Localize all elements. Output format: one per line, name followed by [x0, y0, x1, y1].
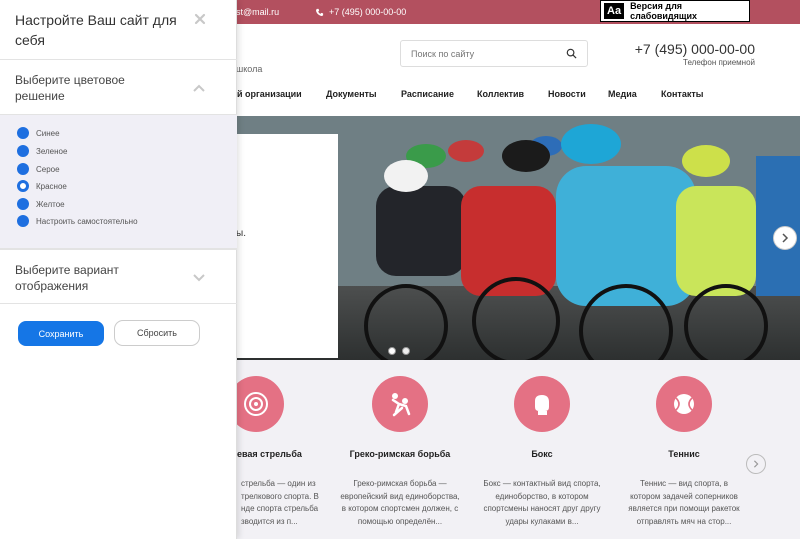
chevron-right-icon	[782, 233, 789, 243]
header-phone-caption: Телефон приемной	[683, 58, 755, 67]
topbar-phone-text: +7 (495) 000-00-00	[329, 7, 407, 17]
desc-line: котором задачей соперников	[630, 491, 738, 501]
slider-dots	[388, 347, 410, 355]
color-option-yellow[interactable]: Желтое	[17, 198, 65, 210]
boxing-glove-icon	[514, 376, 570, 432]
desc-line: трелкового спорта. В	[241, 491, 319, 501]
slider-dot[interactable]	[388, 347, 396, 355]
sport-card-wrestling[interactable]: Греко-римская борьба Греко-римская борьб…	[325, 376, 475, 528]
sports-section: евая стрельба стрельба — один из трелков…	[228, 360, 800, 539]
option-label: Красное	[36, 181, 67, 191]
radio-button[interactable]	[17, 215, 29, 227]
color-section-label: Выберите цветовое решение	[15, 73, 125, 103]
font-size-icon: Aa	[604, 3, 625, 19]
desc-line: Теннис — вид спорта, в	[639, 479, 729, 488]
desc-line: зводится из п...	[241, 516, 298, 526]
hero-caption-text: ы.	[236, 228, 246, 239]
school-name: школа	[236, 64, 263, 74]
color-options: Синее Зеленое Серое Красное Желтое Настр…	[0, 114, 237, 249]
desc-line: Греко-римская борьба —	[353, 479, 447, 488]
nav-item-organization[interactable]: й организации	[237, 89, 302, 99]
sport-description: Теннис — вид спорта, в котором задачей с…	[609, 478, 759, 528]
sport-card-boxing[interactable]: Бокс Бокс — контактный вид спорта, едино…	[467, 376, 617, 528]
desc-line: является при помощи ракеток	[628, 504, 740, 513]
desc-line: спортсмены наносят друг другу	[483, 504, 601, 513]
close-icon[interactable]	[193, 12, 207, 26]
desc-line: удары кулаками в...	[505, 516, 579, 526]
topbar-email[interactable]: st@mail.ru	[236, 7, 279, 17]
header-phone[interactable]: +7 (495) 000-00-00	[635, 41, 755, 57]
sport-title: Греко-римская борьба	[349, 449, 451, 459]
color-option-blue[interactable]: Синее	[17, 127, 60, 139]
sports-next-button[interactable]	[746, 454, 766, 474]
nav-item-schedule[interactable]: Расписание	[401, 89, 454, 99]
nav-item-media[interactable]: Медиа	[608, 89, 637, 99]
sport-title: Теннис	[668, 449, 700, 459]
display-section-label: Выберите вариант отображения	[15, 263, 119, 293]
slider-dot-active[interactable]	[402, 347, 410, 355]
display-section-header[interactable]: Выберите вариант отображения	[0, 249, 237, 304]
sport-card-tennis[interactable]: Теннис Теннис — вид спорта, в котором за…	[609, 376, 759, 528]
sport-description: Бокс — контактный вид спорта, единоборст…	[467, 478, 617, 528]
option-label: Желтое	[36, 199, 65, 209]
desc-line: Бокс — контактный вид спорта,	[483, 479, 601, 488]
topbar-phone[interactable]: +7 (495) 000-00-00	[315, 7, 406, 17]
option-label: Зеленое	[36, 146, 68, 156]
panel-title: Настройте Ваш сайт для себя	[15, 12, 177, 48]
color-section-header[interactable]: Выберите цветовое решение	[0, 59, 237, 115]
option-label: Синее	[36, 128, 60, 138]
save-button[interactable]: Сохранить	[18, 321, 104, 346]
radio-button[interactable]	[17, 127, 29, 139]
nav-item-documents[interactable]: Документы	[326, 89, 377, 99]
radio-button[interactable]	[17, 198, 29, 210]
phone-icon	[316, 8, 324, 16]
desc-line: нде спорта стрельба	[241, 504, 319, 513]
nav-item-staff[interactable]: Коллектив	[477, 89, 524, 99]
page: st@mail.ru +7 (495) 000-00-00 Aa Версия …	[0, 0, 800, 539]
sport-description: Греко-римская борьба — европейский вид е…	[325, 478, 475, 528]
desc-line: единоборство, в котором	[495, 491, 589, 501]
hero-slider: ы.	[236, 116, 800, 360]
color-option-custom[interactable]: Настроить самостоятельно	[17, 215, 138, 227]
color-option-green[interactable]: Зеленое	[17, 145, 67, 157]
visually-impaired-label: Версия для слабовидящих	[630, 1, 698, 21]
option-label: Серое	[36, 164, 60, 174]
search-box[interactable]	[400, 40, 588, 67]
desc-line: европейский вид единоборства,	[340, 491, 460, 501]
settings-panel: Настройте Ваш сайт для себя Выберите цве…	[0, 0, 237, 539]
radio-button[interactable]	[17, 145, 29, 157]
desc-line: в котором спортсмен должен, с	[341, 504, 459, 513]
color-option-gray[interactable]: Серое	[17, 163, 60, 175]
nav-item-contacts[interactable]: Контакты	[661, 89, 703, 99]
hero-next-button[interactable]	[773, 226, 797, 250]
sport-title: Бокс	[531, 449, 553, 459]
chevron-up-icon	[193, 84, 205, 92]
radio-button[interactable]	[17, 163, 29, 175]
desc-line: стрельба — один из	[241, 479, 316, 488]
option-label: Настроить самостоятельно	[36, 216, 138, 226]
hero-caption-card: ы.	[236, 134, 338, 358]
chevron-right-icon	[753, 460, 759, 468]
search-icon[interactable]	[566, 48, 577, 59]
color-option-red[interactable]: Красное	[17, 180, 67, 192]
desc-line: отправлять мяч на стор...	[636, 516, 732, 526]
visually-impaired-button[interactable]: Aa Версия для слабовидящих	[600, 0, 750, 22]
reset-button[interactable]: Сбросить	[114, 320, 200, 346]
nav-item-news[interactable]: Новости	[548, 89, 586, 99]
chevron-down-icon	[193, 274, 205, 282]
tennis-ball-icon	[656, 376, 712, 432]
wrestling-icon	[372, 376, 428, 432]
radio-button-selected[interactable]	[17, 180, 29, 192]
desc-line: помощью определён...	[357, 516, 443, 526]
search-input[interactable]	[411, 49, 561, 59]
